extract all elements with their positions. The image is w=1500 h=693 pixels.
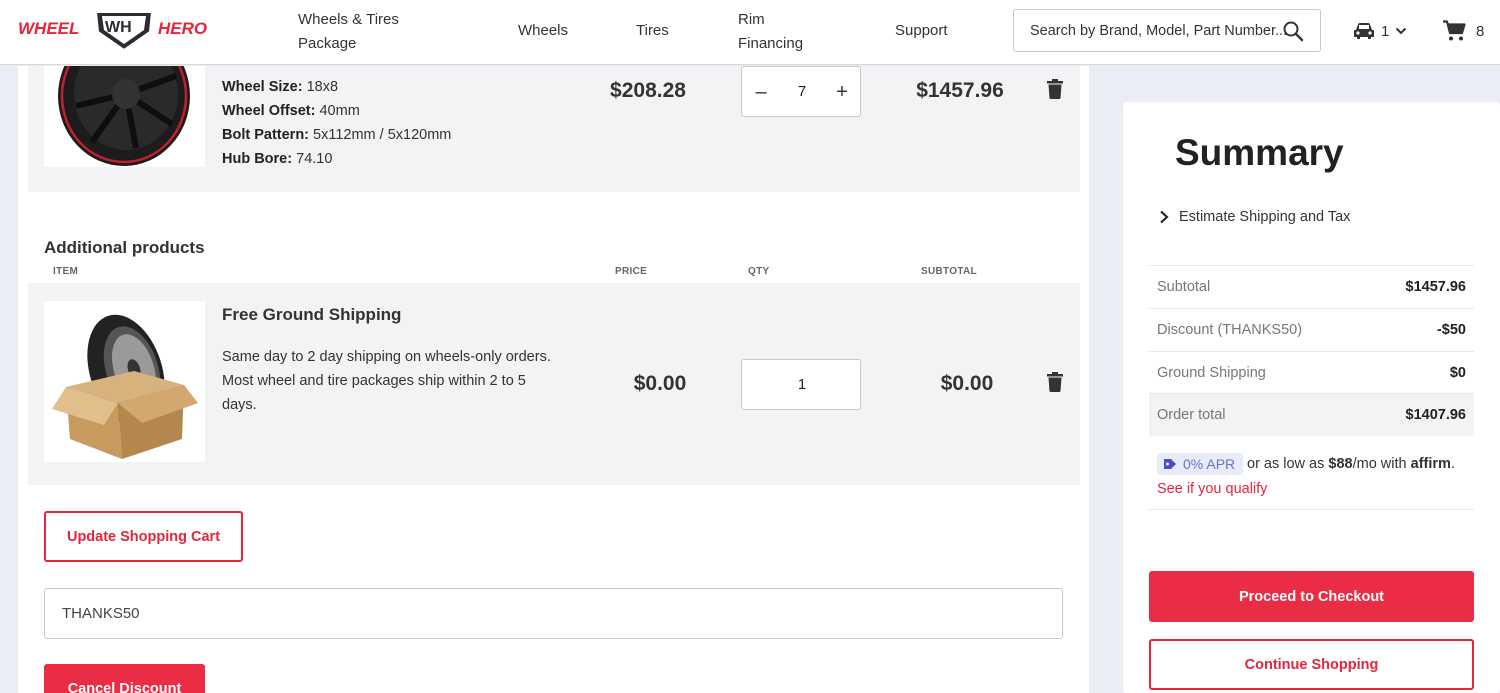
spec-value: 40mm [319, 103, 360, 119]
summary-label: Discount (THANKS50) [1157, 322, 1303, 338]
svg-text:HERO: HERO [158, 19, 207, 38]
summary-title: Summary [1175, 132, 1344, 173]
affirm-promo: 0% APR or as low as $88/mo with affirm. … [1149, 451, 1474, 510]
apr-label: 0% APR [1183, 456, 1236, 472]
spec-wheel-offset: Wheel Offset: 40mm [222, 102, 360, 120]
search-box [1013, 9, 1321, 52]
trash-icon[interactable] [1046, 78, 1064, 100]
spec-label: Bolt Pattern: [222, 127, 309, 143]
chevron-down-icon [1396, 27, 1407, 35]
spec-hub-bore: Hub Bore: 74.10 [222, 150, 332, 168]
cart-button[interactable]: 8 [1442, 18, 1484, 44]
summary-value: $0 [1449, 365, 1466, 381]
spec-bolt-pattern: Bolt Pattern: 5x112mm / 5x120mm [222, 126, 451, 144]
description-line: Same day to 2 day shipping on wheels-onl… [222, 349, 551, 365]
affirm-brand: affirm [1410, 456, 1451, 472]
description-line: days. [222, 397, 257, 413]
summary-label: Ground Shipping [1157, 365, 1266, 381]
wheel-thumbnail[interactable] [44, 66, 205, 167]
column-header-subtotal: SUBTOTAL [921, 266, 977, 277]
nav-wheels-tires-package[interactable]: Wheels & Tires Package [298, 8, 399, 56]
affirm-text-before: or as low as [1247, 456, 1329, 472]
item-price: $208.28 [610, 79, 686, 102]
spec-label: Wheel Offset: [222, 103, 316, 119]
nav-label-line2: Package [298, 35, 357, 52]
price-tag-icon [1164, 459, 1176, 469]
nav-tires[interactable]: Tires [636, 19, 669, 43]
summary-row-order-total: Order total $1407.96 [1149, 393, 1474, 436]
nav-label-line1: Wheels & Tires [298, 11, 399, 28]
quantity-field [741, 359, 861, 410]
product-description: Same day to 2 day shipping on wheels-onl… [222, 345, 562, 417]
search-icon[interactable] [1282, 20, 1304, 42]
shipping-box-image [52, 314, 198, 459]
proceed-to-checkout-button[interactable]: Proceed to Checkout [1149, 571, 1474, 622]
quantity-input[interactable] [782, 360, 822, 409]
spec-value: 5x112mm / 5x120mm [313, 127, 452, 143]
chevron-right-icon [1160, 210, 1169, 224]
nav-label-line2: Financing [738, 35, 804, 52]
summary-row-shipping: Ground Shipping $0 [1149, 351, 1474, 394]
affirm-period: . [1450, 456, 1455, 472]
search-input[interactable] [1030, 10, 1288, 51]
product-price: $0.00 [633, 372, 687, 395]
affirm-amount: $88 [1328, 456, 1353, 472]
trash-icon[interactable] [1046, 371, 1064, 393]
description-line: Most wheel and tire packages ship within… [222, 373, 526, 389]
estimate-label: Estimate Shipping and Tax [1179, 209, 1351, 225]
estimate-shipping-toggle[interactable]: Estimate Shipping and Tax [1157, 209, 1350, 225]
update-cart-button[interactable]: Update Shopping Cart [44, 511, 243, 562]
vehicle-count: 1 [1381, 22, 1390, 40]
summary-row-subtotal: Subtotal $1457.96 [1149, 265, 1474, 308]
spec-label: Wheel Size: [222, 79, 303, 95]
nav-support[interactable]: Support [895, 19, 948, 43]
spec-wheel-size: Wheel Size: 18x8 [222, 78, 338, 96]
shipping-thumbnail[interactable] [44, 301, 205, 462]
column-header-price: PRICE [615, 266, 648, 277]
coupon-input[interactable] [62, 589, 1042, 638]
vehicle-selector[interactable]: 1 [1353, 18, 1407, 44]
nav-wheels[interactable]: Wheels [518, 19, 568, 43]
summary-label: Order total [1157, 407, 1226, 423]
svg-text:WH: WH [105, 19, 132, 36]
wheel-hero-logo[interactable]: WHEEL WH HERO [16, 8, 232, 54]
summary-value: -$50 [1436, 322, 1466, 338]
cart-icon [1443, 20, 1466, 41]
quantity-stepper: – + [741, 66, 861, 117]
cart-count: 8 [1476, 22, 1485, 40]
affirm-text-after: /mo with [1352, 456, 1411, 472]
summary-row-discount: Discount (THANKS50) -$50 [1149, 308, 1474, 351]
affirm-text: or as low as $88/mo with affirm. [1247, 456, 1455, 472]
wheel-image [58, 66, 190, 166]
car-icon [1354, 23, 1374, 39]
coupon-field [44, 588, 1063, 639]
nav-label-line1: Rim [738, 11, 765, 28]
summary-label: Subtotal [1157, 279, 1211, 295]
svg-text:WHEEL: WHEEL [18, 19, 79, 38]
increase-qty-button[interactable]: + [830, 79, 854, 105]
column-header-item: ITEM [53, 266, 79, 277]
spec-value: 18x8 [306, 79, 339, 95]
additional-products-title: Additional products [44, 238, 205, 257]
spec-value: 74.10 [296, 151, 333, 167]
continue-shopping-button[interactable]: Continue Shopping [1149, 639, 1474, 690]
nav-rim-financing[interactable]: Rim Financing [738, 8, 803, 56]
apr-badge: 0% APR [1157, 453, 1244, 475]
summary-value: $1457.96 [1405, 279, 1466, 295]
column-header-qty: QTY [748, 266, 770, 277]
item-subtotal: $1457.96 [916, 79, 1004, 102]
quantity-input[interactable] [782, 67, 822, 116]
see-if-you-qualify-link[interactable]: See if you qualify [1157, 481, 1267, 497]
summary-value: $1407.96 [1405, 407, 1466, 423]
decrease-qty-button[interactable]: – [749, 79, 773, 105]
product-name: Free Ground Shipping [222, 305, 402, 324]
product-subtotal: $0.00 [940, 372, 994, 395]
cancel-discount-button[interactable]: Cancel Discount [44, 664, 205, 693]
spec-label: Hub Bore: [222, 151, 293, 167]
site-header: WHEEL WH HERO Wheels & Tires Package Whe… [0, 0, 1500, 65]
